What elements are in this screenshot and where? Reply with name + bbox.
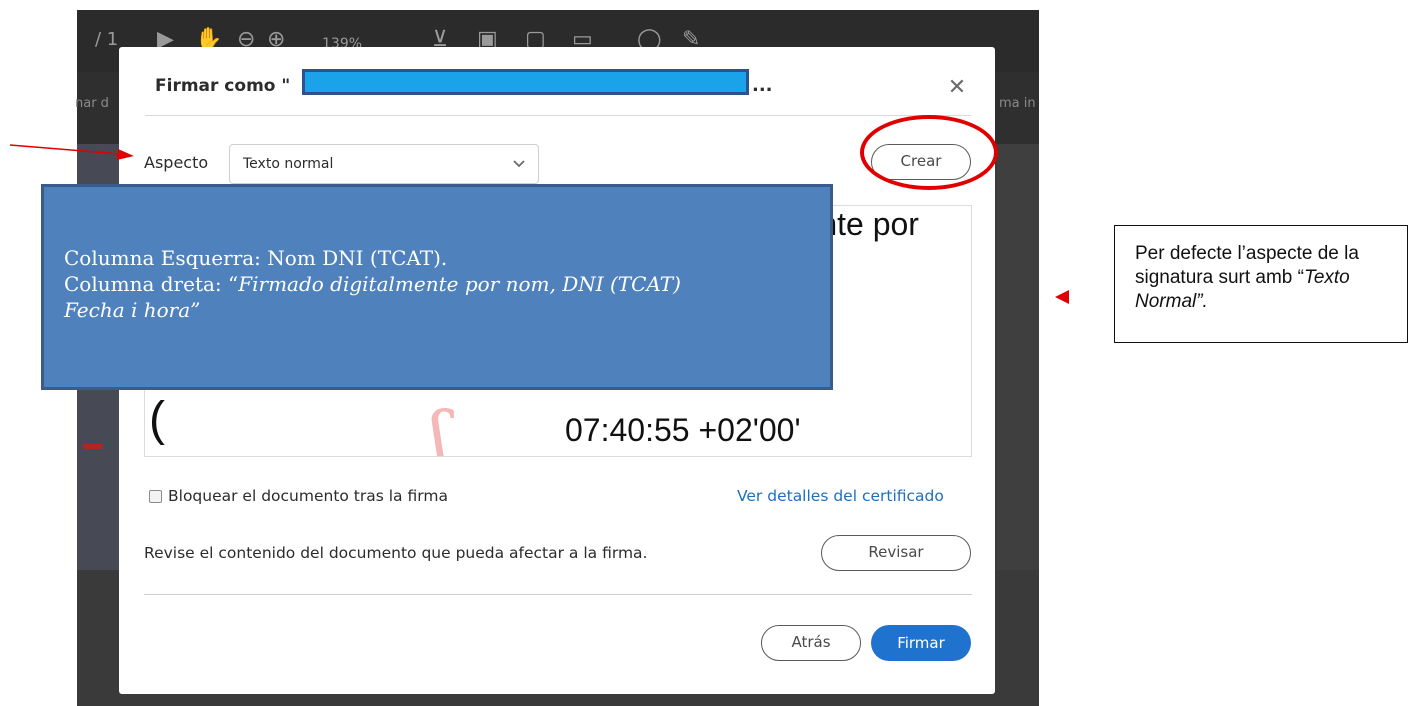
bottom-divider: [144, 594, 972, 595]
review-button[interactable]: Revisar: [821, 535, 971, 571]
document-area-right: [997, 144, 1039, 570]
left-side-text: nar d: [75, 96, 109, 111]
sign-button[interactable]: Firmar: [871, 625, 971, 661]
title-divider: [145, 115, 971, 116]
overlay-line-2: Columna dreta: “Firmado digitalmente por…: [64, 271, 681, 297]
overlay-line-3-italic: Fecha i hora”: [64, 298, 201, 322]
preview-watermark: ʃ: [430, 396, 450, 457]
lock-checkbox[interactable]: [149, 490, 162, 503]
close-icon[interactable]: ✕: [945, 76, 969, 100]
dialog-title: Firmar como ": [155, 76, 291, 96]
review-text: Revise el contenido del documento que pu…: [144, 544, 648, 562]
overlay-line-2-italic: Firmado digitalmente por nom, DNI (TCAT): [238, 272, 681, 296]
overlay-line-2-prefix: Columna dreta: “: [64, 272, 239, 296]
preview-line-bottom: 07:40:55 +02'00': [565, 412, 801, 448]
title-ellipsis: ...: [752, 75, 773, 96]
lock-checkbox-label[interactable]: Bloquear el documento tras la firma: [168, 487, 448, 505]
note-pointer-icon: [1055, 290, 1069, 304]
aspect-select[interactable]: Texto normal: [229, 144, 539, 184]
certificate-details-link[interactable]: Ver detalles del certificado: [737, 487, 944, 505]
preview-glyph: (: [149, 393, 165, 446]
note-box: Per defecte l’aspecte de la signatura su…: [1114, 225, 1408, 343]
page-indicator: / 1: [95, 29, 119, 50]
red-mark: [83, 444, 103, 449]
aspect-label: Aspecto: [144, 153, 209, 172]
red-arrow-icon: [9, 144, 134, 160]
note-text: Per defecte l’aspecte de la signatura su…: [1135, 242, 1403, 314]
chevron-down-icon: [512, 154, 526, 178]
overlay-line-1: Columna Esquerra: Nom DNI (TCAT).: [64, 246, 448, 270]
back-button[interactable]: Atrás: [761, 625, 861, 661]
overlay-text: Columna Esquerra: Nom DNI (TCAT). Column…: [64, 245, 681, 323]
overlay-line-3: Fecha i hora”: [64, 297, 681, 323]
highlight-ellipse: [860, 115, 998, 190]
aspect-select-value: Texto normal: [243, 156, 334, 172]
explanation-overlay: Columna Esquerra: Nom DNI (TCAT). Column…: [41, 184, 833, 390]
right-side-text: ma in: [999, 96, 1036, 111]
redacted-name: [302, 69, 749, 95]
